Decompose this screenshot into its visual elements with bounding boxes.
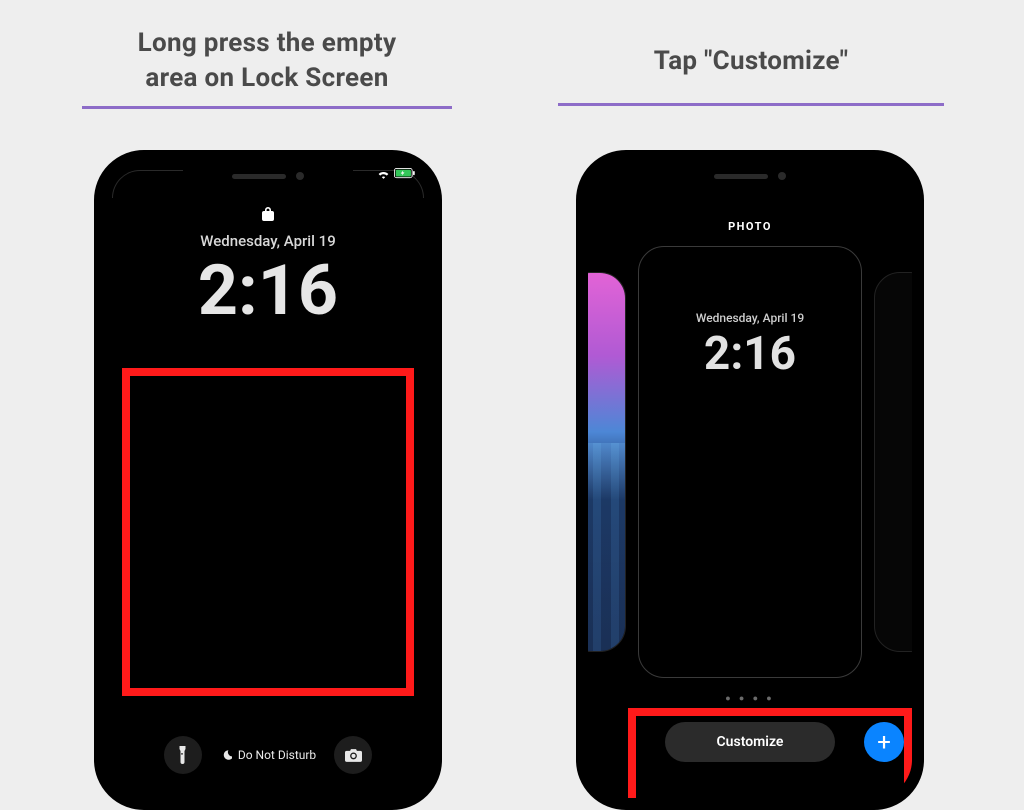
lockscreen-date: Wednesday, April 19 [106, 232, 430, 250]
speaker-grille [232, 174, 286, 179]
card-date: Wednesday, April 19 [639, 311, 861, 325]
lockscreen-dock: Do Not Disturb [106, 736, 430, 774]
pager-dots: ● ● ● ● [588, 693, 912, 704]
wallpaper-cards-row[interactable]: Wednesday, April 19 2:16 [588, 246, 912, 678]
moon-icon [220, 749, 232, 761]
lockscreen-time: 2:16 [106, 250, 430, 332]
highlight-customize-area [628, 708, 912, 798]
gallery-heading: PHOTO [588, 220, 912, 233]
step2-underline [558, 103, 944, 106]
lockscreen[interactable]: Wednesday, April 19 2:16 Do Not Disturb [106, 162, 430, 798]
wallpaper-gallery[interactable]: PHOTO Wednesday, April 19 2:16 ● ● ● ● C… [588, 162, 912, 798]
camera-icon [345, 749, 362, 762]
flashlight-button[interactable] [164, 736, 202, 774]
speaker-grille [714, 174, 768, 179]
front-camera [778, 172, 786, 180]
step2-title: Tap "Customize" [558, 44, 944, 79]
camera-button[interactable] [334, 736, 372, 774]
city-skyline [576, 443, 625, 651]
phone-notch [665, 162, 835, 190]
step1-title: Long press the empty area on Lock Screen [82, 26, 452, 96]
wallpaper-card-current[interactable]: Wednesday, April 19 2:16 [638, 246, 862, 678]
lock-icon [262, 206, 274, 225]
highlight-long-press-area[interactable] [122, 368, 414, 696]
wallpaper-card-prev[interactable] [576, 272, 626, 652]
focus-label: Do Not Disturb [238, 748, 316, 762]
phone-mockup-step1: Wednesday, April 19 2:16 Do Not Disturb [94, 150, 442, 810]
card-time: 2:16 [639, 327, 861, 381]
phone-mockup-step2: PHOTO Wednesday, April 19 2:16 ● ● ● ● C… [576, 150, 924, 810]
focus-pill[interactable]: Do Not Disturb [220, 748, 316, 762]
status-bar [377, 168, 416, 179]
step1-title-line1: Long press the empty [138, 28, 397, 58]
phone-notch [183, 162, 353, 190]
wallpaper-card-next[interactable] [874, 272, 924, 652]
front-camera [296, 172, 304, 180]
battery-charging-icon [394, 168, 416, 179]
wifi-icon [377, 169, 390, 179]
step1-underline [82, 106, 452, 109]
step1-title-line2: area on Lock Screen [145, 63, 388, 93]
flashlight-icon [176, 746, 189, 764]
